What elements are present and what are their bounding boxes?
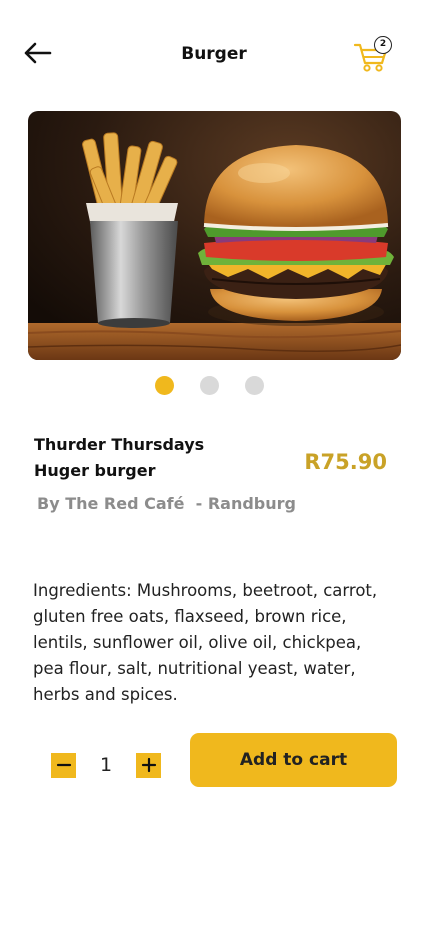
- app-header: Burger 2: [0, 0, 428, 100]
- ingredients-text: Ingredients: Mushrooms, beetroot, carrot…: [33, 581, 378, 704]
- plus-icon: [141, 757, 156, 773]
- decrease-quantity-button[interactable]: [51, 752, 76, 778]
- carousel-dot-1[interactable]: [155, 376, 174, 395]
- quantity-stepper: 1: [51, 752, 161, 778]
- carousel-indicators: [155, 376, 264, 395]
- minus-icon: [56, 763, 71, 767]
- vendor-label: By The Red Café - Randburg: [37, 494, 296, 513]
- add-to-cart-button[interactable]: Add to cart: [190, 733, 397, 787]
- product-price: R75.90: [304, 450, 387, 474]
- carousel-dot-3[interactable]: [245, 376, 264, 395]
- quantity-value: 1: [99, 754, 113, 776]
- burger-and-fries-photo: [28, 111, 401, 360]
- cart-count-badge: 2: [374, 36, 392, 54]
- product-name-line-2: Huger burger: [34, 461, 156, 480]
- carousel-dot-2[interactable]: [200, 376, 219, 395]
- product-image: [28, 111, 401, 360]
- product-name-line-1: Thurder Thursdays: [34, 435, 205, 454]
- increase-quantity-button[interactable]: [136, 752, 161, 778]
- product-name: Thurder Thursdays Huger burger: [34, 432, 274, 484]
